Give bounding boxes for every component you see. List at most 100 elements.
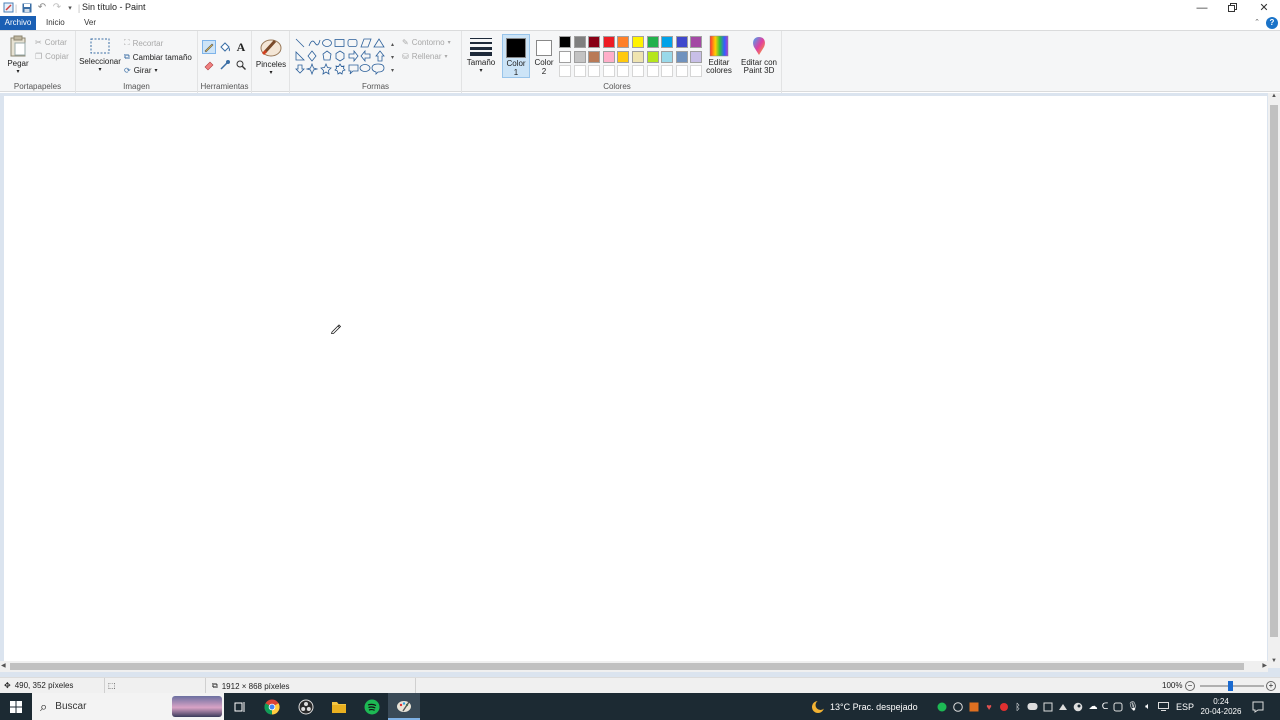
paint-app-taskbar[interactable] <box>388 693 420 720</box>
weather-text[interactable]: 13°C Prac. despejado <box>830 693 918 720</box>
magnifier-tool[interactable] <box>234 59 248 73</box>
tab-ver[interactable]: Ver <box>78 16 102 30</box>
app-tray-icon-5[interactable]: ᑕ <box>1100 693 1110 720</box>
start-button[interactable] <box>0 693 32 720</box>
zoom-in-icon[interactable]: + <box>1266 681 1276 691</box>
vertical-scrollbar[interactable]: ▲ ▼ <box>1268 93 1280 668</box>
app-tray-icon-6[interactable] <box>1112 693 1124 720</box>
rotate-button[interactable]: ⟳ Girar ▾ <box>124 66 158 75</box>
scroll-left-icon[interactable]: ◀ <box>1 661 6 672</box>
palette-swatch[interactable] <box>617 36 630 48</box>
file-explorer-app[interactable] <box>323 693 355 720</box>
palette-swatch-empty[interactable] <box>632 65 644 77</box>
palette-swatch[interactable] <box>588 50 601 63</box>
palette-swatch[interactable] <box>617 50 630 63</box>
vertical-scroll-thumb[interactable] <box>1270 105 1278 637</box>
chrome-app[interactable] <box>256 693 288 720</box>
save-icon[interactable] <box>21 1 33 14</box>
palette-swatch[interactable] <box>646 50 659 63</box>
edit-colors-button[interactable]: Editar colores <box>704 35 734 75</box>
crop-button[interactable]: ⛶ Recortar <box>124 38 163 48</box>
zoom-slider-thumb[interactable] <box>1228 681 1233 691</box>
palette-swatch-empty[interactable] <box>661 65 674 77</box>
zoom-out-icon[interactable]: − <box>1185 681 1195 691</box>
pencil-tool[interactable] <box>202 40 216 54</box>
app-tray-icon[interactable] <box>968 693 980 720</box>
palette-swatch[interactable] <box>559 50 571 63</box>
paint-app-icon[interactable] <box>2 1 14 14</box>
palette-swatch[interactable] <box>632 36 644 48</box>
eraser-tool[interactable] <box>202 59 216 73</box>
palette-swatch-empty[interactable] <box>559 65 571 77</box>
copy-button[interactable]: ❐ Copiar <box>35 52 69 61</box>
app-tray-icon-4[interactable]: ☁ <box>1087 693 1099 720</box>
palette-swatch[interactable] <box>588 36 601 48</box>
collapse-ribbon-icon[interactable]: ⌃ <box>1254 18 1260 26</box>
color1-button[interactable]: Color 1 <box>502 34 530 78</box>
spotify-tray-icon[interactable] <box>936 693 948 720</box>
text-tool-icon[interactable]: A <box>234 40 248 54</box>
taskbar-search[interactable]: ⌕ Buscar <box>32 693 224 720</box>
shapes-scroll[interactable]: ▴ ▾ ▾ <box>391 39 394 78</box>
palette-swatch-empty[interactable] <box>617 65 630 77</box>
app-tray-icon-3[interactable] <box>1057 693 1069 720</box>
notifications-icon[interactable] <box>1248 693 1268 720</box>
mic-tray-icon[interactable]: ♥ <box>983 693 995 720</box>
bluetooth-icon[interactable]: ᛒ <box>1013 693 1023 720</box>
tab-archivo[interactable]: Archivo <box>0 16 36 30</box>
horizontal-scroll-thumb[interactable] <box>10 663 1244 670</box>
palette-swatch-empty[interactable] <box>602 65 615 77</box>
outline-button[interactable]: ✎ Contorno ▾ <box>402 38 451 47</box>
drawing-canvas[interactable] <box>4 96 1267 661</box>
scroll-right-icon[interactable]: ▶ <box>1262 661 1267 672</box>
resize-button[interactable]: ⧉ Cambiar tamaño <box>124 52 192 62</box>
redo-icon[interactable]: ↷ <box>51 1 63 14</box>
palette-swatch[interactable] <box>690 50 703 63</box>
color2-button[interactable]: Color 2 <box>531 34 557 78</box>
palette-swatch[interactable] <box>690 36 703 48</box>
network-icon[interactable] <box>1157 693 1169 720</box>
app-tray-icon-2[interactable] <box>1042 693 1054 720</box>
language-indicator[interactable]: ESP <box>1172 693 1198 720</box>
search-highlight-image[interactable] <box>172 696 222 717</box>
palette-swatch-empty[interactable] <box>675 65 688 77</box>
discord-tray-icon[interactable] <box>1026 693 1038 720</box>
microphone-icon[interactable]: 🎙︎ <box>1127 693 1139 720</box>
palette-swatch[interactable] <box>632 50 644 63</box>
spotify-app[interactable] <box>356 693 388 720</box>
help-icon[interactable]: ? <box>1266 17 1278 29</box>
steam-tray-icon[interactable] <box>1072 693 1084 720</box>
palette-swatch-empty[interactable] <box>573 65 586 77</box>
cut-button[interactable]: ✂ Cortar <box>35 38 67 47</box>
obs-app[interactable] <box>290 693 322 720</box>
quick-access-dropdown-icon[interactable]: ▾ <box>65 1 75 14</box>
obs-tray-icon[interactable] <box>952 693 964 720</box>
palette-swatch[interactable] <box>573 36 586 48</box>
shapes-gallery[interactable] <box>294 37 394 79</box>
task-view-button[interactable] <box>224 693 256 720</box>
close-button[interactable]: ✕ <box>1248 0 1280 15</box>
palette-swatch[interactable] <box>573 50 586 63</box>
minimize-button[interactable]: — <box>1186 0 1218 15</box>
palette-swatch[interactable] <box>602 36 615 48</box>
palette-swatch[interactable] <box>661 50 674 63</box>
palette-swatch[interactable] <box>602 50 615 63</box>
scroll-up-icon[interactable]: ▲ <box>1268 93 1280 103</box>
scroll-down-icon[interactable]: ▼ <box>1268 658 1280 668</box>
palette-swatch[interactable] <box>675 50 688 63</box>
palette-swatch[interactable] <box>646 36 659 48</box>
paint3d-button[interactable]: Editar con Paint 3D <box>738 35 780 75</box>
size-button[interactable]: Tamaño ▾ <box>464 36 498 74</box>
palette-swatch-empty[interactable] <box>690 65 703 77</box>
horizontal-scrollbar[interactable]: ◀ ▶ <box>0 661 1268 672</box>
palette-swatch-empty[interactable] <box>646 65 659 77</box>
palette-swatch[interactable] <box>661 36 674 48</box>
palette-swatch[interactable] <box>675 36 688 48</box>
undo-icon[interactable]: ↶ <box>36 1 48 14</box>
tab-inicio[interactable]: Inicio <box>40 16 71 30</box>
fill-tool[interactable] <box>218 41 232 55</box>
recording-tray-icon[interactable] <box>998 693 1010 720</box>
weather-icon[interactable] <box>808 693 828 720</box>
palette-swatch[interactable] <box>559 36 571 48</box>
brushes-button[interactable]: Pinceles ▾ <box>254 36 288 76</box>
